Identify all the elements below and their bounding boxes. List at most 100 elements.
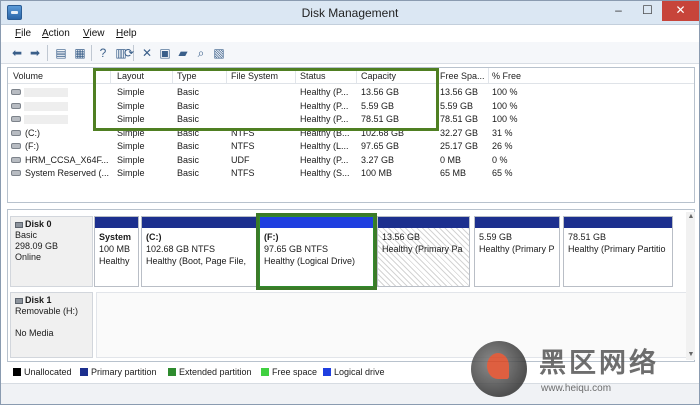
close-button[interactable]: ✕: [662, 1, 699, 21]
partition-info: 78.51 GB Healthy (Primary Partitio: [568, 231, 670, 255]
disk-0-label[interactable]: Disk 0 Basic 298.09 GB Online: [10, 216, 93, 287]
partition-size: 102.68 GB NTFS: [146, 244, 216, 254]
column-percent-free[interactable]: % Free: [492, 71, 521, 81]
volume-drive-icon: [11, 129, 21, 136]
primary-partition-bar: [95, 217, 138, 228]
maximize-button[interactable]: ☐: [634, 1, 661, 21]
legend-swatch: [168, 368, 176, 376]
volume-drive-icon: [11, 143, 21, 149]
primary-partition-bar: [475, 217, 559, 228]
back-arrow-icon[interactable]: ⬅: [9, 45, 25, 61]
volume-free-cell: 13.56 GB: [440, 87, 479, 97]
partition-size: 78.51 GB: [568, 232, 607, 242]
partition-info: System 100 MB Healthy: [99, 231, 136, 267]
scroll-up-icon[interactable]: ▲: [686, 212, 696, 222]
disk-1-spacer: [15, 317, 88, 328]
menu-file[interactable]: File: [15, 28, 31, 39]
volume-pct-cell: 0 %: [492, 154, 508, 165]
delete-icon[interactable]: ✕: [139, 45, 155, 61]
disk-1-name-line: Disk 1: [15, 295, 88, 306]
forward-arrow-icon[interactable]: ➡: [27, 45, 43, 61]
partition-status: Healthy (Primary Pa: [382, 244, 463, 254]
partition-info: 13.56 GB Healthy (Primary Pa: [382, 231, 467, 255]
disk-0-name: Disk 0: [25, 219, 52, 229]
menu-action[interactable]: Action: [42, 28, 70, 39]
menu-bar: File Action View Help: [1, 25, 699, 42]
properties-sheet-icon[interactable]: ▣: [157, 45, 173, 61]
annotation-highlight-box: [93, 68, 439, 131]
partition-system-reserved[interactable]: System 100 MB Healthy: [94, 216, 139, 287]
table-row[interactable]: HRM_CCSA_X64F... Simple Basic UDF Healthy (P…: [8, 154, 694, 167]
legend-logical-drive: Logical drive: [323, 367, 385, 377]
console-tree-icon[interactable]: ▤: [53, 45, 69, 61]
volume-capacity-cell: 100 MB: [361, 168, 393, 178]
volume-drive-icon: [11, 116, 21, 122]
watermark-logo-icon: [471, 341, 527, 397]
refresh-icon[interactable]: ⟳: [121, 45, 137, 61]
volume-name-cell: [24, 115, 68, 124]
open-icon[interactable]: ▰: [175, 45, 191, 61]
toolbar: ⬅ ➡ ▤ ▦ ? ▥ ⟳ ✕ ▣ ▰ ⌕ ▧: [1, 42, 699, 64]
volume-type-cell: Basic: [177, 141, 200, 151]
partition-c-drive[interactable]: (C:) 102.68 GB NTFS Healthy (Boot, Page …: [141, 216, 257, 287]
primary-partition-bar: [564, 217, 672, 228]
minimize-button[interactable]: –: [605, 1, 632, 21]
volume-free-cell: 5.59 GB: [440, 100, 474, 111]
volume-status-cell: Healthy (S...: [300, 168, 350, 178]
help-icon[interactable]: ?: [95, 45, 111, 61]
toolbar-separator: [47, 45, 48, 61]
partition-status: Healthy (Boot, Page File,: [146, 256, 247, 266]
column-free-space[interactable]: Free Spa...: [440, 71, 488, 81]
window-title: Disk Management: [301, 6, 399, 20]
volume-drive-icon: [11, 170, 21, 176]
volume-status-cell: Healthy (L...: [300, 141, 349, 151]
legend-unallocated: Unallocated: [13, 367, 72, 377]
disk-0-type: Basic: [15, 230, 38, 240]
volume-fs-cell: NTFS: [231, 168, 255, 178]
partition-size: 5.59 GB: [479, 232, 513, 242]
volume-fs-cell: UDF: [231, 154, 250, 165]
removable-disk-icon: [15, 297, 23, 304]
menu-help[interactable]: Help: [116, 28, 137, 39]
partition-title: (C:): [146, 232, 162, 242]
partition-size: 13.56 GB: [382, 232, 421, 242]
volume-free-cell: 78.51 GB: [440, 114, 479, 124]
column-volume[interactable]: Volume: [13, 71, 43, 81]
partition-primary-78gb[interactable]: 78.51 GB Healthy (Primary Partitio: [563, 216, 673, 287]
volume-pct-cell: 100 %: [492, 100, 518, 111]
volume-name-cell: HRM_CCSA_X64F...: [25, 154, 109, 165]
disk-1-type: Removable (H:): [15, 306, 79, 316]
menu-file-rest: ile: [21, 28, 32, 39]
partition-status: Healthy (Primary P: [479, 244, 555, 254]
volume-free-cell: 65 MB: [440, 168, 467, 178]
hard-disk-icon: [15, 221, 23, 228]
volume-layout-cell: Simple: [117, 168, 145, 178]
disk-0-state: Online: [15, 252, 42, 262]
table-row[interactable]: (F:) Simple Basic NTFS Healthy (L... 97.65 GB…: [8, 140, 694, 153]
properties-icon[interactable]: ▦: [72, 45, 88, 61]
watermark-url: www.heiqu.com: [541, 383, 612, 394]
legend-swatch: [323, 368, 331, 376]
disk-1-label[interactable]: Disk 1 Removable (H:) No Media: [10, 292, 93, 358]
legend-free-space: Free space: [261, 367, 317, 377]
partition-info: (C:) 102.68 GB NTFS Healthy (Boot, Page …: [146, 231, 254, 267]
explore-icon[interactable]: ⌕: [193, 45, 209, 61]
disk-1-media: No Media: [15, 328, 54, 338]
volume-capacity-cell: 3.27 GB: [361, 154, 395, 165]
partition-primary-13gb[interactable]: 13.56 GB Healthy (Primary Pa: [377, 216, 470, 287]
settings-icon[interactable]: ▧: [211, 45, 227, 61]
primary-partition-bar: [378, 217, 469, 228]
partition-status: Healthy: [99, 256, 130, 266]
volume-fs-cell: NTFS: [231, 141, 255, 151]
title-bar: Disk Management – ☐ ✕: [1, 1, 699, 25]
column-separator[interactable]: [488, 68, 489, 83]
menu-view[interactable]: View: [83, 28, 105, 39]
disk-0-size: 298.09 GB: [15, 241, 59, 251]
table-row[interactable]: System Reserved (... Simple Basic NTFS Healt…: [8, 167, 694, 180]
disk-1-name: Disk 1: [25, 295, 52, 305]
legend-swatch: [261, 368, 269, 376]
volume-name-cell: System Reserved (...: [25, 168, 109, 178]
graphical-view-scrollbar[interactable]: ▲ ▼: [686, 212, 695, 360]
volume-pct-cell: 100 %: [492, 87, 518, 97]
partition-primary-5gb[interactable]: 5.59 GB Healthy (Primary P: [474, 216, 560, 287]
